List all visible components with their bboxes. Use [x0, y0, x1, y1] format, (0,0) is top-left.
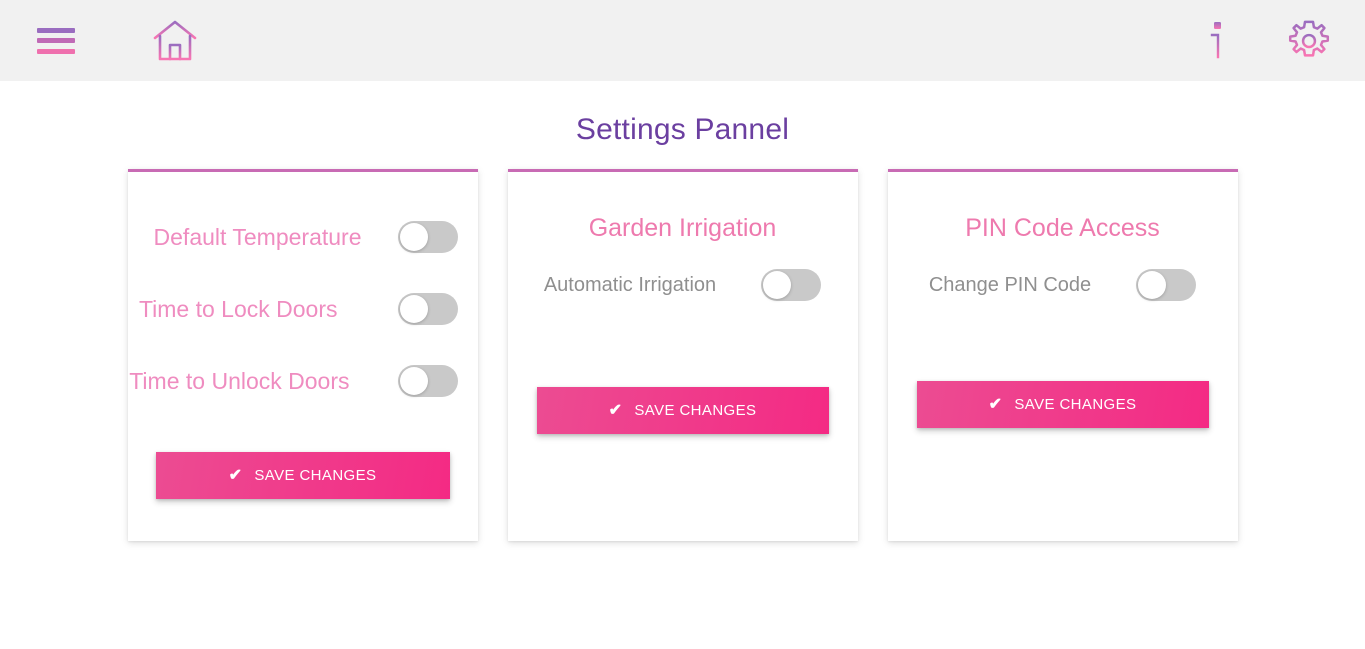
- home-button[interactable]: [148, 14, 202, 68]
- settings-cards-row: Default Temperature Time to Lock Doors T…: [0, 169, 1365, 541]
- settings-card-temperature-doors: Default Temperature Time to Lock Doors T…: [127, 169, 478, 541]
- setting-label: Time to Unlock Doors: [129, 367, 350, 394]
- toggle-knob: [1138, 271, 1167, 299]
- setting-row-automatic-irrigation: Automatic Irrigation: [528, 269, 838, 301]
- setting-label: Time to Lock Doors: [138, 295, 338, 322]
- setting-label: Default Temperature: [153, 223, 362, 250]
- app-header: [0, 0, 1365, 81]
- setting-label: Change PIN Code: [928, 273, 1092, 296]
- page-title: Settings Pannel: [575, 113, 790, 146]
- card-title: Garden Irrigation: [588, 214, 777, 242]
- settings-card-garden-irrigation: Garden Irrigation Automatic Irrigation ✔…: [507, 169, 858, 541]
- save-changes-button-card-1[interactable]: ✔ SAVE CHANGES: [155, 452, 450, 499]
- toggle-time-to-unlock-doors[interactable]: [397, 365, 458, 397]
- save-button-label: SAVE CHANGES: [634, 402, 757, 419]
- setting-label: Automatic Irrigation: [543, 273, 717, 296]
- toggle-default-temperature[interactable]: [397, 221, 458, 253]
- hamburger-menu-icon: [37, 27, 75, 54]
- save-button-label: SAVE CHANGES: [1014, 396, 1137, 413]
- header-left-group: [0, 14, 202, 68]
- toggle-change-pin-code[interactable]: [1136, 269, 1197, 301]
- toggle-knob: [399, 223, 428, 251]
- card-title: PIN Code Access: [965, 214, 1160, 242]
- toggle-time-to-lock-doors[interactable]: [397, 293, 458, 325]
- setting-row-time-to-unlock-doors: Time to Unlock Doors: [129, 345, 458, 417]
- save-changes-button-card-3[interactable]: ✔ SAVE CHANGES: [916, 381, 1209, 428]
- hamburger-bar-top: [37, 27, 75, 33]
- toggle-knob: [399, 295, 428, 323]
- toggle-knob: [763, 271, 792, 299]
- save-changes-button-card-2[interactable]: ✔ SAVE CHANGES: [536, 387, 829, 434]
- toggle-automatic-irrigation[interactable]: [761, 269, 822, 301]
- hamburger-bar-middle: [37, 38, 75, 43]
- gear-icon: [1288, 20, 1330, 57]
- toggle-knob: [399, 367, 428, 395]
- header-right-group: [1196, 0, 1365, 81]
- hamburger-menu-button[interactable]: [33, 18, 79, 64]
- check-icon: ✔: [608, 401, 623, 419]
- settings-card-pin-code-access: PIN Code Access Change PIN Code ✔ SAVE C…: [887, 169, 1238, 541]
- setting-row-change-pin-code: Change PIN Code: [908, 269, 1218, 301]
- hamburger-bar-bottom: [37, 48, 75, 54]
- setting-row-default-temperature: Default Temperature: [148, 201, 458, 273]
- check-icon: ✔: [228, 466, 243, 484]
- info-icon: [1208, 21, 1227, 59]
- info-button[interactable]: [1196, 17, 1238, 65]
- settings-button[interactable]: [1284, 16, 1334, 66]
- home-icon: [153, 20, 197, 60]
- setting-row-time-to-lock-doors: Time to Lock Doors: [139, 273, 458, 345]
- check-icon: ✔: [988, 395, 1003, 413]
- save-button-label: SAVE CHANGES: [254, 467, 377, 484]
- card-rows: Default Temperature Time to Lock Doors T…: [129, 172, 458, 417]
